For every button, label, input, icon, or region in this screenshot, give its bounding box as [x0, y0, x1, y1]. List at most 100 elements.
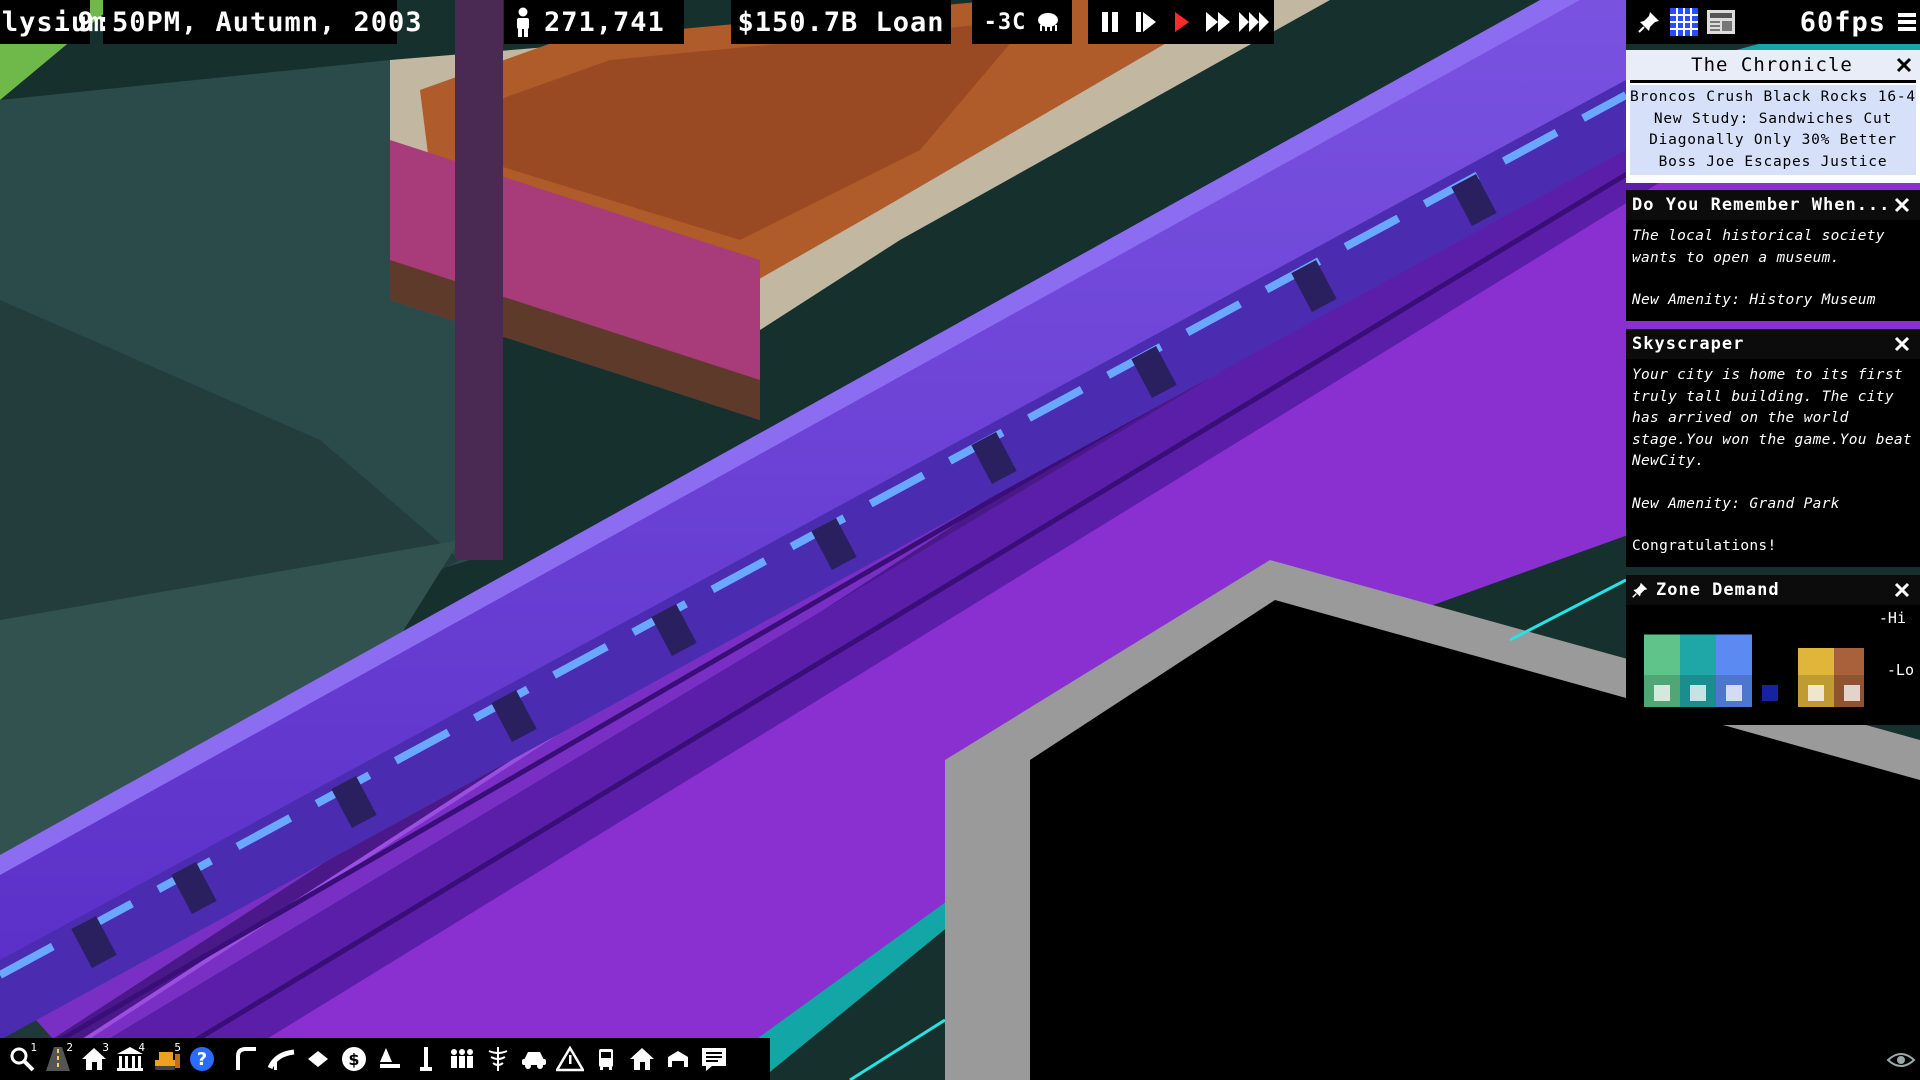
play-button[interactable]	[1164, 4, 1200, 40]
zone-glyph-office	[1762, 685, 1778, 701]
datetime-box: 9:50PM, Autumn, 2003	[77, 0, 422, 44]
bulldozer-tool-button[interactable]: 5	[148, 1040, 184, 1078]
chronicle-title: The Chronicle	[1691, 54, 1853, 76]
pin-icon[interactable]	[1638, 11, 1660, 33]
step-button[interactable]	[1128, 4, 1164, 40]
chronicle-panel[interactable]: The Chronicle Broncos Crush Black Rocks …	[1626, 50, 1920, 183]
zones-tool-button[interactable]: 3	[76, 1040, 112, 1078]
zone-demand-bars	[1644, 634, 1864, 707]
zone-glyph-residential	[1654, 685, 1670, 701]
home-icon	[630, 1048, 654, 1070]
zone-demand-chart: -Hi -Lo	[1626, 605, 1920, 725]
newspaper-icon[interactable]	[1706, 9, 1736, 35]
close-skyscraper-button[interactable]	[1892, 334, 1912, 354]
zone-demand-panel[interactable]: Zone Demand -Hi -Lo	[1626, 575, 1920, 725]
right-top-controls: 60fps	[1626, 0, 1920, 44]
zone-hi-label: -Hi	[1878, 609, 1906, 627]
finance-tool-button[interactable]: $	[336, 1040, 372, 1078]
transit-tool-button[interactable]	[588, 1040, 624, 1078]
zone-bar-retail	[1716, 634, 1752, 675]
highway-tool-button[interactable]	[264, 1040, 300, 1078]
money-icon: $	[342, 1047, 366, 1071]
pin-icon[interactable]	[1632, 582, 1648, 598]
zone-bar-apartments	[1680, 634, 1716, 675]
parks-tool-button[interactable]	[372, 1040, 408, 1078]
chronicle-header: The Chronicle	[1626, 50, 1920, 80]
zone-glyph-industrial	[1844, 685, 1860, 701]
close-icon	[1896, 57, 1912, 73]
people-icon	[451, 1049, 473, 1068]
skyscraper-body: Your city is home to its first truly tal…	[1626, 359, 1920, 566]
traffic-tool-button[interactable]	[516, 1040, 552, 1078]
weather-box: -3C	[972, 0, 1072, 44]
close-chronicle-button[interactable]	[1894, 55, 1914, 75]
people-tool-button[interactable]	[444, 1040, 480, 1078]
grid-icon[interactable]	[1670, 8, 1698, 36]
caduceus-icon	[488, 1047, 508, 1071]
query-tool-button[interactable]: 1	[4, 1040, 40, 1078]
headline: Broncos Crush Black Rocks 16-4	[1630, 89, 1916, 105]
skyscraper-amenity: New Amenity: Grand Park	[1632, 495, 1840, 512]
close-remember-button[interactable]	[1892, 195, 1912, 215]
hazard-tool-button[interactable]	[552, 1040, 588, 1078]
hotkey-label: 2	[66, 1041, 73, 1054]
road-curve-icon	[236, 1047, 256, 1070]
pipe-tool-button[interactable]	[300, 1040, 336, 1078]
svg-text:$: $	[348, 1050, 359, 1069]
close-zone-demand-button[interactable]	[1892, 580, 1912, 600]
chronicle-divider	[1630, 80, 1916, 83]
car-icon	[522, 1052, 546, 1069]
datetime-label: 9:50PM, Autumn, 2003	[77, 6, 423, 38]
close-icon	[1894, 582, 1910, 598]
zone-bar-farm	[1798, 648, 1834, 675]
headline: Diagonally Only 30% Better	[1649, 132, 1897, 148]
zone-demand-title: Zone Demand	[1656, 580, 1780, 600]
fps-counter: 60fps	[1799, 6, 1886, 38]
skyscraper-panel[interactable]: Skyscraper Your city is home to its firs…	[1626, 329, 1920, 567]
tower-tool-button[interactable]	[408, 1040, 444, 1078]
cloud-icon	[1036, 10, 1060, 34]
government-tool-button[interactable]: 4	[112, 1040, 148, 1078]
health-tool-button[interactable]	[480, 1040, 516, 1078]
bus-icon	[599, 1049, 613, 1070]
zone-glyph-retail	[1726, 685, 1742, 701]
messages-tool-button[interactable]	[696, 1040, 732, 1078]
housing-tool-button[interactable]	[624, 1040, 660, 1078]
roads-tool-button[interactable]: 2	[40, 1040, 76, 1078]
zone-bar-industrial	[1834, 648, 1864, 675]
road-tool-button[interactable]	[228, 1040, 264, 1078]
population-box[interactable]: 271,741	[504, 0, 684, 44]
highway-icon	[268, 1049, 295, 1070]
fast-forward-button[interactable]	[1200, 4, 1236, 40]
garage-tool-button[interactable]	[660, 1040, 696, 1078]
remember-when-panel[interactable]: Do You Remember When... The local histor…	[1626, 190, 1920, 321]
person-icon	[514, 7, 532, 37]
close-icon	[1894, 336, 1910, 352]
garage-icon	[668, 1051, 688, 1067]
pause-icon	[1102, 12, 1118, 32]
help-tool-button[interactable]: ?	[184, 1040, 220, 1078]
tower-icon	[420, 1047, 432, 1071]
menu-icon[interactable]	[1898, 11, 1916, 33]
pause-button[interactable]	[1092, 4, 1128, 40]
fast-forward-icon	[1206, 12, 1230, 32]
hotkey-label: 4	[138, 1041, 145, 1054]
remember-text: The local historical society wants to op…	[1632, 228, 1885, 266]
skyscraper-header: Skyscraper	[1626, 329, 1920, 359]
remember-title: Do You Remember When...	[1632, 195, 1891, 215]
speed-controls	[1088, 0, 1274, 44]
fastest-button[interactable]	[1236, 4, 1272, 40]
zone-lo-label: -Lo	[1886, 661, 1914, 679]
zone-glyph-apartments	[1690, 685, 1706, 701]
population-count: 271,741	[544, 6, 665, 38]
skyscraper-title: Skyscraper	[1632, 334, 1745, 354]
zone-bar-residential	[1644, 634, 1680, 675]
budget-box[interactable]: $150.7B Loan	[731, 0, 951, 44]
close-icon	[1894, 197, 1910, 213]
budget-label: $150.7B Loan	[737, 6, 945, 38]
remember-header: Do You Remember When...	[1626, 190, 1920, 220]
visibility-eye-icon[interactable]	[1886, 1050, 1916, 1074]
zone-demand-header: Zone Demand	[1626, 575, 1920, 605]
tree-icon	[380, 1048, 400, 1068]
zone-glyph-farm	[1808, 685, 1824, 701]
